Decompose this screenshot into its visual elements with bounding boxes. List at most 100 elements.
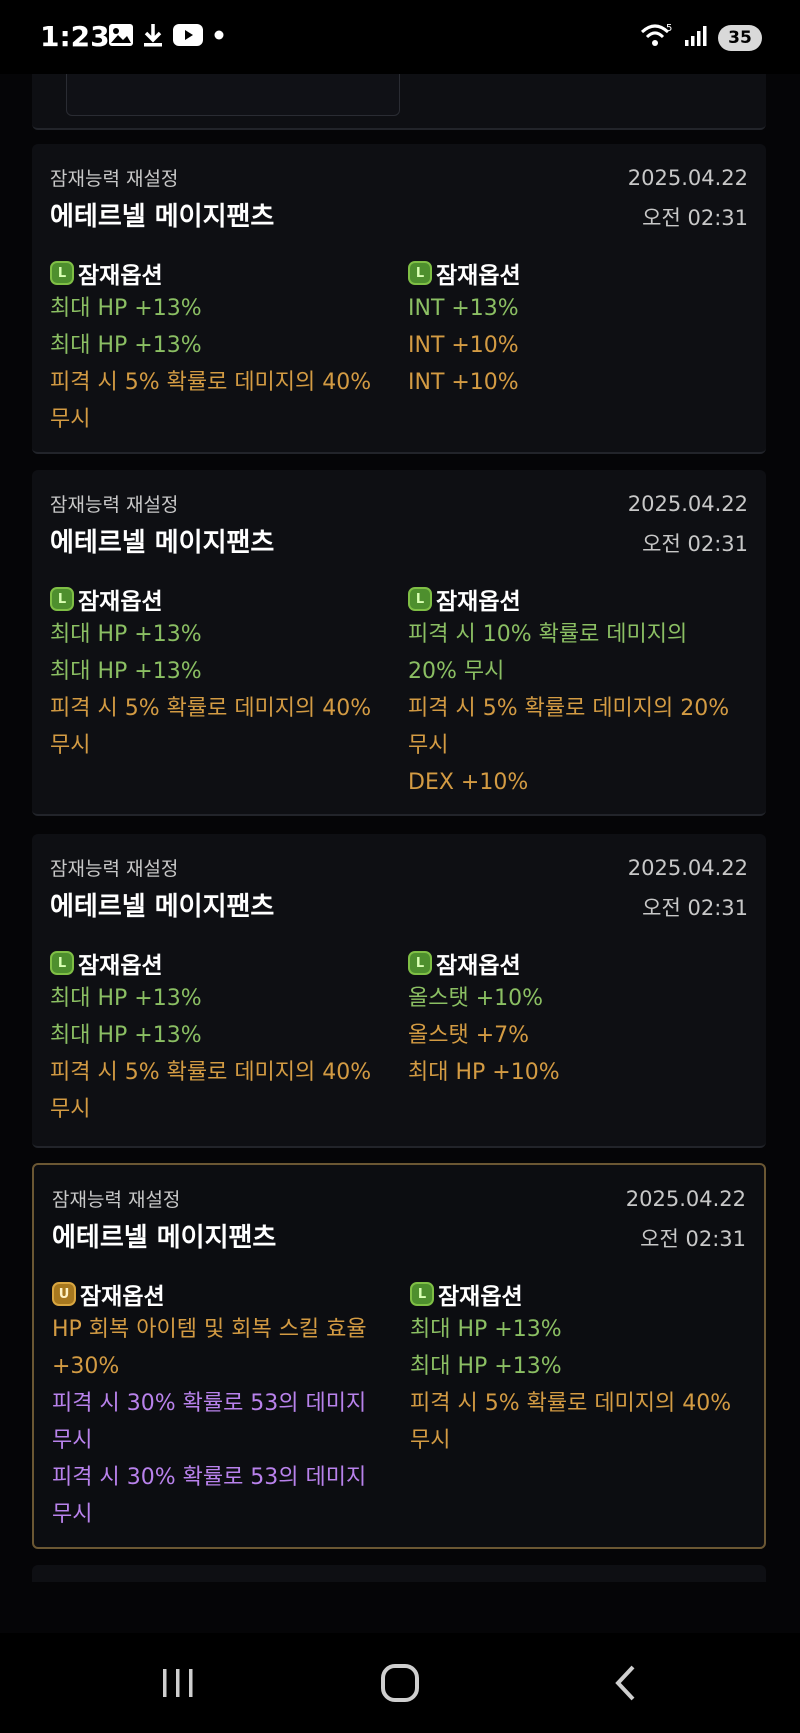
- download-icon: [142, 22, 164, 52]
- after-options: L 잠재옵션최대 HP +13% 최대 HP +13% 피격 시 5% 확률로 데미지…: [410, 1277, 750, 1459]
- option-line: 피격 시 5% 확률로 데미지의 40%: [50, 696, 372, 721]
- card-date: 2025.04.22: [627, 492, 748, 516]
- option-line: 20% 무시: [408, 659, 505, 684]
- card-date: 2025.04.22: [627, 856, 748, 880]
- option-line: 최대 HP +13%: [410, 1317, 562, 1342]
- gallery-icon: [108, 23, 134, 51]
- card-label: 잠재능력 재설정: [50, 168, 179, 190]
- card-time: 오전 02:31: [640, 1227, 746, 1251]
- option-line: 최대 HP +13%: [50, 296, 202, 321]
- home-button[interactable]: [370, 1661, 430, 1705]
- option-line: 최대 HP +13%: [50, 622, 202, 647]
- svg-text:5: 5: [666, 23, 672, 34]
- back-button[interactable]: [596, 1661, 656, 1705]
- system-icons: 5 35: [640, 22, 762, 54]
- before-options: U 잠재옵션 HP 회복 아이템 및 회복 스킬 효율 +30% 피격 시 30% 확률…: [52, 1277, 392, 1533]
- option-line: 무시: [50, 407, 91, 432]
- recents-icon: [163, 1669, 193, 1697]
- status-bar: 1:23 5 35: [0, 0, 800, 74]
- signal-icon: [684, 24, 708, 52]
- option-line: 피격 시 30% 확률로 53의 데미지: [52, 1391, 367, 1416]
- youtube-icon: [172, 23, 204, 51]
- option-line: 최대 HP +13%: [50, 986, 202, 1011]
- option-line: 무시: [50, 1097, 91, 1122]
- legendary-grade-icon: L: [410, 1282, 434, 1306]
- status-time: 1:23: [40, 20, 110, 53]
- before-options: L 잠재옵션최대 HP +13% 최대 HP +13% 피격 시 5% 확률로 데미지…: [50, 946, 390, 1128]
- list-bottom-edge: [0, 1582, 800, 1633]
- history-card[interactable]: 잠재능력 재설정 에테르넬 메이지팬츠 2025.04.22 오전 02:31 L 잠재옵…: [32, 834, 766, 1148]
- legendary-grade-icon: L: [50, 951, 74, 975]
- history-card[interactable]: 잠재능력 재설정 에테르넬 메이지팬츠 2025.04.22 오전 02:31 U 잠재옵…: [32, 1163, 766, 1549]
- option-line: 피격 시 5% 확률로 데미지의 40%: [50, 370, 372, 395]
- previous-card-box: [66, 74, 400, 116]
- card-date: 2025.04.22: [627, 166, 748, 190]
- before-options: L 잠재옵션최대 HP +13% 최대 HP +13% 피격 시 5% 확률로 데미지…: [50, 582, 390, 764]
- option-line: 무시: [52, 1428, 93, 1453]
- option-header-label: 잠재옵션: [436, 953, 521, 979]
- option-line: 피격 시 5% 확률로 데미지의 20%: [408, 696, 730, 721]
- before-options: L 잠재옵션최대 HP +13% 최대 HP +13% 피격 시 5% 확률로 데미지…: [50, 256, 390, 438]
- card-label: 잠재능력 재설정: [50, 494, 179, 516]
- history-card[interactable]: 잠재능력 재설정 에테르넬 메이지팬츠 2025.04.22 오전 02:31 L 잠재옵…: [32, 470, 766, 816]
- option-line: 최대 HP +10%: [408, 1060, 560, 1085]
- after-options: L 잠재옵션 INT +13% INT +10% INT +10%: [408, 256, 748, 401]
- option-line: 무시: [408, 733, 449, 758]
- card-label: 잠재능력 재설정: [50, 858, 179, 880]
- legendary-grade-icon: L: [408, 587, 432, 611]
- card-time: 오전 02:31: [642, 532, 748, 556]
- option-line: 무시: [50, 733, 91, 758]
- option-line: +30%: [52, 1354, 120, 1379]
- option-line: 올스탯 +7%: [408, 1023, 530, 1048]
- option-line: 무시: [52, 1502, 93, 1527]
- option-line: 최대 HP +13%: [50, 333, 202, 358]
- previous-card-partial: [32, 74, 766, 130]
- option-header: U 잠재옵션: [52, 1277, 392, 1311]
- option-line: INT +10%: [408, 333, 519, 358]
- option-header: L 잠재옵션: [408, 582, 748, 616]
- card-time: 오전 02:31: [642, 206, 748, 230]
- item-name: 에테르넬 메이지팬츠: [50, 528, 275, 558]
- wifi-icon: 5: [640, 22, 674, 54]
- notification-icons: [108, 22, 226, 52]
- option-header-label: 잠재옵션: [436, 589, 521, 615]
- option-line: 피격 시 5% 확률로 데미지의 40%: [50, 1060, 372, 1085]
- after-options: L 잠재옵션올스탯 +10% 올스탯 +7% 최대 HP +10%: [408, 946, 748, 1091]
- navigation-bar: [0, 1633, 800, 1733]
- item-name: 에테르넬 메이지팬츠: [52, 1223, 277, 1253]
- legendary-grade-icon: L: [50, 587, 74, 611]
- unique-grade-icon: U: [52, 1282, 76, 1306]
- option-header-label: 잠재옵션: [438, 1284, 523, 1310]
- option-line: 최대 HP +13%: [410, 1354, 562, 1379]
- option-line: 최대 HP +13%: [50, 1023, 202, 1048]
- option-header-label: 잠재옵션: [436, 263, 521, 289]
- back-icon: [615, 1665, 635, 1701]
- option-header: L 잠재옵션: [410, 1277, 750, 1311]
- option-line: 피격 시 30% 확률로 53의 데미지: [52, 1465, 367, 1490]
- option-header: L 잠재옵션: [50, 256, 390, 290]
- legendary-grade-icon: L: [408, 261, 432, 285]
- dot-icon: [212, 23, 226, 51]
- card-time: 오전 02:31: [642, 896, 748, 920]
- option-line: 올스탯 +10%: [408, 986, 544, 1011]
- option-header: L 잠재옵션: [50, 946, 390, 980]
- option-line: DEX +10%: [408, 770, 529, 795]
- card-label: 잠재능력 재설정: [52, 1189, 181, 1211]
- option-header-label: 잠재옵션: [78, 589, 163, 615]
- card-date: 2025.04.22: [625, 1187, 746, 1211]
- battery-icon: 35: [718, 25, 762, 51]
- legendary-grade-icon: L: [408, 951, 432, 975]
- home-icon: [381, 1664, 419, 1702]
- option-line: 피격 시 5% 확률로 데미지의 40%: [410, 1391, 732, 1416]
- option-header: L 잠재옵션: [408, 256, 748, 290]
- recents-button[interactable]: [148, 1661, 208, 1705]
- legendary-grade-icon: L: [50, 261, 74, 285]
- history-card[interactable]: 잠재능력 재설정 에테르넬 메이지팬츠 2025.04.22 오전 02:31 L 잠재옵…: [32, 144, 766, 454]
- option-header-label: 잠재옵션: [80, 1284, 165, 1310]
- option-header-label: 잠재옵션: [78, 953, 163, 979]
- after-options: L 잠재옵션피격 시 10% 확률로 데미지의 20% 무시피격 시 5% 확률로 …: [408, 582, 748, 801]
- history-list[interactable]: 잠재능력 재설정 에테르넬 메이지팬츠 2025.04.22 오전 02:31 L 잠재옵…: [0, 74, 800, 1633]
- option-line: 피격 시 10% 확률로 데미지의: [408, 622, 688, 647]
- option-line: 최대 HP +13%: [50, 659, 202, 684]
- option-line: HP 회복 아이템 및 회복 스킬 효율: [52, 1317, 367, 1342]
